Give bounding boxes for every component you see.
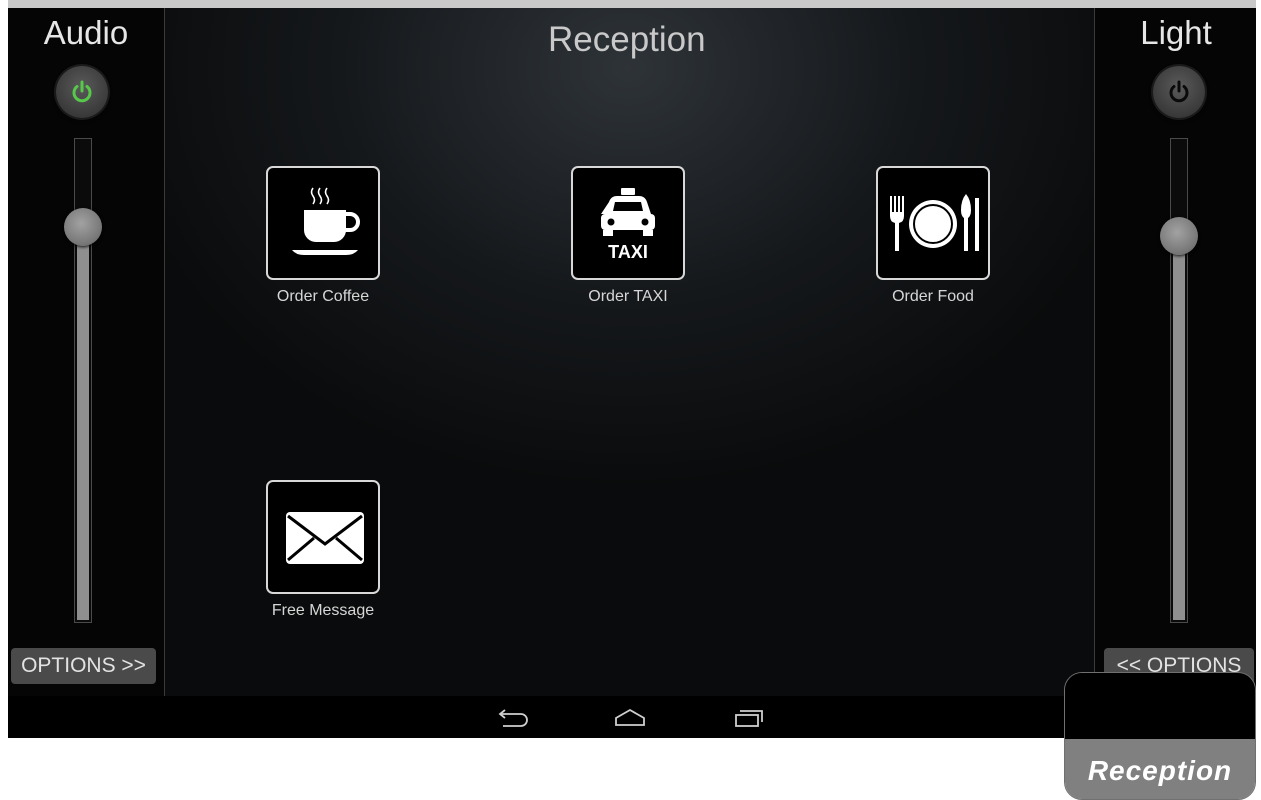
recent-apps-icon[interactable] bbox=[732, 706, 766, 728]
light-power-button[interactable] bbox=[1153, 66, 1205, 118]
tablet-screen: Audio OPTIONS >> Reception Order Coffee bbox=[8, 8, 1256, 738]
reception-caption-tag: Reception bbox=[1064, 672, 1256, 800]
audio-panel: Audio OPTIONS >> bbox=[8, 8, 165, 696]
audio-slider-fill bbox=[77, 226, 89, 620]
light-panel: Light << OPTIONS bbox=[1094, 8, 1256, 696]
audio-title: Audio bbox=[43, 14, 129, 51]
top-bezel bbox=[8, 0, 1256, 8]
order-coffee-label: Order Coffee bbox=[276, 288, 370, 305]
taxi-icon-text: TAXI bbox=[608, 242, 648, 262]
free-message-label: Free Message bbox=[271, 602, 375, 619]
audio-power-button[interactable] bbox=[56, 66, 108, 118]
order-coffee-button[interactable] bbox=[266, 166, 380, 280]
caption-text: Reception bbox=[1087, 755, 1233, 786]
light-slider-knob[interactable] bbox=[1160, 217, 1198, 255]
home-icon[interactable] bbox=[612, 706, 648, 728]
order-taxi-label: Order TAXI bbox=[588, 288, 668, 305]
page-title: Reception bbox=[548, 20, 706, 59]
power-icon bbox=[1169, 80, 1189, 103]
envelope-icon bbox=[286, 512, 364, 564]
coffee-cup-icon bbox=[292, 187, 360, 255]
audio-slider-knob[interactable] bbox=[64, 208, 102, 246]
order-food-label: Order Food bbox=[892, 288, 974, 305]
order-food-button[interactable] bbox=[876, 166, 990, 280]
light-level-slider[interactable] bbox=[1170, 138, 1188, 623]
order-taxi-button[interactable]: TAXI bbox=[571, 166, 685, 280]
plate-cutlery-icon bbox=[890, 194, 979, 251]
audio-options-button[interactable]: OPTIONS >> bbox=[11, 648, 156, 684]
taxi-icon: TAXI bbox=[601, 188, 655, 262]
power-icon bbox=[72, 80, 92, 103]
back-icon[interactable] bbox=[497, 706, 531, 728]
free-message-button[interactable] bbox=[266, 480, 380, 594]
light-title: Light bbox=[1140, 14, 1212, 51]
light-slider-fill bbox=[1173, 235, 1185, 620]
